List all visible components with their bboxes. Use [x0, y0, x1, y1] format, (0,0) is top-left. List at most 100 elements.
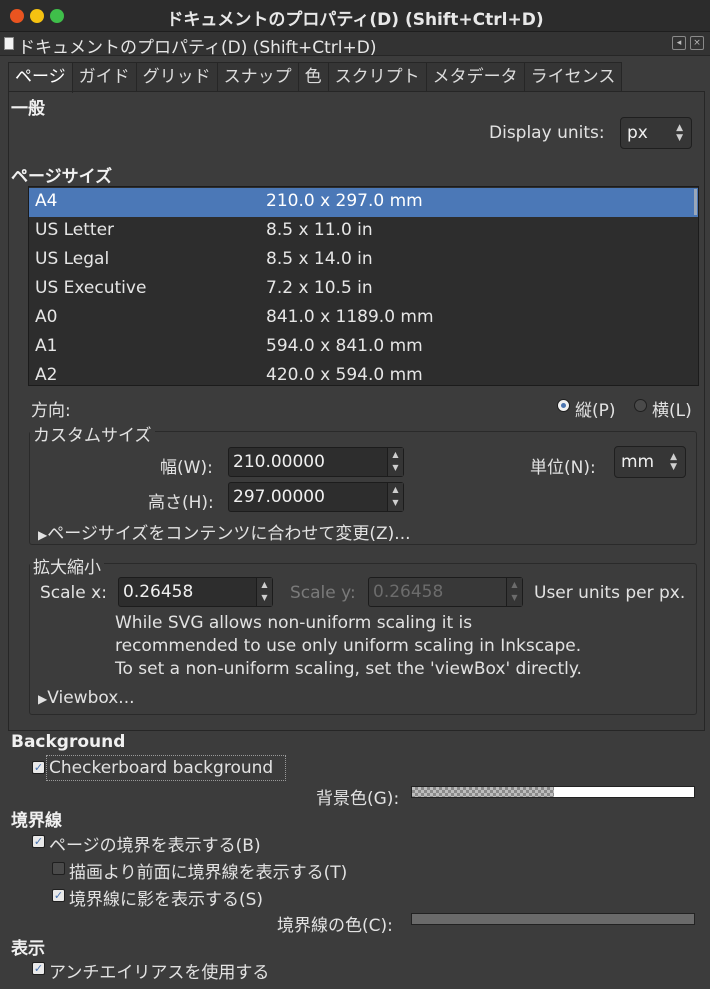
scale-y-spinbox: 0.26458 ▲ ▼: [368, 577, 523, 607]
page-size-name: A2: [35, 365, 58, 385]
expander-arrow-icon: ▶: [38, 692, 48, 706]
dock-iconify-icon[interactable]: ◂: [672, 36, 686, 50]
background-color-button[interactable]: [411, 786, 695, 798]
border-color-button[interactable]: [411, 913, 695, 925]
orientation-label: 方向:: [31, 401, 71, 421]
width-value: 210.00000: [233, 452, 325, 472]
tab-guides[interactable]: ガイド: [71, 62, 137, 92]
list-item[interactable]: A4 210.0 x 297.0 mm: [29, 188, 698, 217]
page-size-list[interactable]: A4 210.0 x 297.0 mm US Letter 8.5 x 11.0…: [28, 186, 699, 386]
viewbox-label: Viewbox...: [47, 688, 135, 708]
show-border-checkbox[interactable]: ✓: [32, 835, 45, 848]
document-icon: [4, 37, 14, 50]
landscape-radio[interactable]: [634, 399, 647, 412]
page-size-heading: ページサイズ: [11, 167, 113, 187]
page-size-dimensions: 841.0 x 1189.0 mm: [266, 307, 434, 327]
page-size-dimensions: 7.2 x 10.5 in: [266, 278, 373, 298]
page-size-dimensions: 420.0 x 594.0 mm: [266, 365, 423, 385]
background-color-label: 背景色(G):: [316, 789, 400, 809]
general-heading: 一般: [11, 99, 45, 119]
scale-y-label: Scale y:: [290, 583, 356, 603]
spin-arrows-icon[interactable]: ▲ ▼: [387, 448, 403, 476]
window-title: ドキュメントのプロパティ(D) (Shift+Ctrl+D): [166, 10, 544, 30]
units-value: mm: [621, 452, 655, 472]
page-size-name: A0: [35, 307, 58, 327]
background-heading: Background: [11, 732, 126, 752]
dock-close-icon[interactable]: ×: [690, 36, 704, 50]
tab-color[interactable]: 色: [297, 62, 329, 92]
border-on-top-checkbox[interactable]: ✓: [52, 862, 65, 875]
custom-size-title: カスタムサイズ: [30, 421, 155, 446]
antialias-label[interactable]: アンチエイリアスを使用する: [49, 958, 269, 983]
scale-y-value: 0.26458: [373, 582, 444, 602]
page-size-name: A4: [35, 191, 58, 211]
scale-units-text: User units per px.: [534, 583, 686, 603]
spin-arrows-icon[interactable]: ▲ ▼: [256, 578, 272, 606]
portrait-radio[interactable]: [557, 399, 570, 412]
page-size-name: A1: [35, 336, 58, 356]
border-heading: 境界線: [11, 811, 62, 831]
border-on-top-label[interactable]: 描画より前面に境界線を表示する(T): [69, 858, 347, 883]
display-heading: 表示: [11, 939, 45, 959]
show-border-label[interactable]: ページの境界を表示する(B): [49, 831, 261, 856]
scale-x-label: Scale x:: [40, 583, 107, 603]
width-spinbox[interactable]: 210.00000 ▲ ▼: [228, 447, 404, 477]
spin-arrows-icon[interactable]: ▲ ▼: [387, 483, 403, 511]
tab-metadata[interactable]: メタデータ: [425, 62, 525, 92]
spin-arrows-icon: ▲ ▼: [670, 452, 677, 472]
antialias-checkbox[interactable]: ✓: [32, 962, 45, 975]
tab-grids[interactable]: グリッド: [135, 62, 218, 92]
resize-to-content-label: ページサイズをコンテンツに合わせて変更(Z)...: [47, 524, 411, 544]
viewbox-expander[interactable]: ▶Viewbox...: [38, 688, 135, 708]
display-units-label: Display units:: [489, 123, 605, 143]
scale-note-line-1: While SVG allows non-uniform scaling it …: [115, 613, 473, 633]
tab-license[interactable]: ライセンス: [523, 62, 623, 92]
dock-title: ドキュメントのプロパティ(D) (Shift+Ctrl+D): [18, 38, 377, 58]
landscape-label[interactable]: 横(L): [652, 396, 692, 421]
list-item[interactable]: US Executive 7.2 x 10.5 in: [29, 275, 698, 304]
list-item[interactable]: A2 420.0 x 594.0 mm: [29, 362, 698, 385]
scale-x-spinbox[interactable]: 0.26458 ▲ ▼: [118, 577, 273, 607]
scale-note-line-3: To set a non-uniform scaling, set the 'v…: [115, 659, 582, 679]
units-combo[interactable]: mm ▲ ▼: [614, 446, 686, 478]
checker-pattern: [412, 787, 554, 797]
dock-header: ドキュメントのプロパティ(D) (Shift+Ctrl+D) ◂ ×: [0, 32, 710, 58]
list-item[interactable]: US Legal 8.5 x 14.0 in: [29, 246, 698, 275]
resize-to-content-expander[interactable]: ▶ページサイズをコンテンツに合わせて変更(Z)...: [38, 519, 411, 544]
page-size-dimensions: 8.5 x 11.0 in: [266, 220, 373, 240]
list-item[interactable]: US Letter 8.5 x 11.0 in: [29, 217, 698, 246]
page-size-name: US Letter: [35, 220, 115, 240]
list-item[interactable]: A0 841.0 x 1189.0 mm: [29, 304, 698, 333]
scale-note-line-2: recommended to use only uniform scaling …: [115, 636, 582, 656]
height-spinbox[interactable]: 297.00000 ▲ ▼: [228, 482, 404, 512]
border-color-label: 境界線の色(C):: [277, 916, 393, 936]
tab-snap[interactable]: スナップ: [216, 62, 299, 92]
page-size-name: US Legal: [35, 249, 110, 269]
display-units-combo[interactable]: px ▲ ▼: [620, 117, 692, 149]
color-fill: [554, 787, 694, 797]
page-size-name: US Executive: [35, 278, 147, 298]
width-label: 幅(W):: [160, 458, 213, 478]
window-titlebar: ドキュメントのプロパティ(D) (Shift+Ctrl+D): [0, 0, 710, 32]
checkerboard-label[interactable]: Checkerboard background: [49, 758, 273, 778]
expander-arrow-icon: ▶: [38, 528, 48, 542]
list-scrollbar[interactable]: [694, 189, 697, 215]
border-shadow-checkbox[interactable]: ✓: [52, 889, 65, 902]
height-label: 高さ(H):: [148, 493, 214, 513]
height-value: 297.00000: [233, 487, 325, 507]
page-size-dimensions: 8.5 x 14.0 in: [266, 249, 373, 269]
page-size-dimensions: 594.0 x 841.0 mm: [266, 336, 423, 356]
display-units-value: px: [627, 123, 648, 143]
notebook-tabs: ページ ガイド グリッド スナップ 色 スクリプト メタデータ ライセンス: [8, 62, 623, 93]
tab-page[interactable]: ページ: [8, 62, 73, 93]
border-shadow-label[interactable]: 境界線に影を表示する(S): [69, 885, 263, 910]
portrait-label[interactable]: 縦(P): [575, 396, 616, 421]
scale-title: 拡大縮小: [30, 553, 104, 578]
spin-arrows-icon: ▲ ▼: [506, 578, 522, 606]
page-size-dimensions: 210.0 x 297.0 mm: [266, 191, 423, 211]
checkerboard-checkbox[interactable]: ✓: [32, 761, 45, 774]
tab-scripting[interactable]: スクリプト: [327, 62, 427, 92]
scale-x-value: 0.26458: [123, 582, 194, 602]
units-label: 単位(N):: [530, 458, 596, 478]
list-item[interactable]: A1 594.0 x 841.0 mm: [29, 333, 698, 362]
